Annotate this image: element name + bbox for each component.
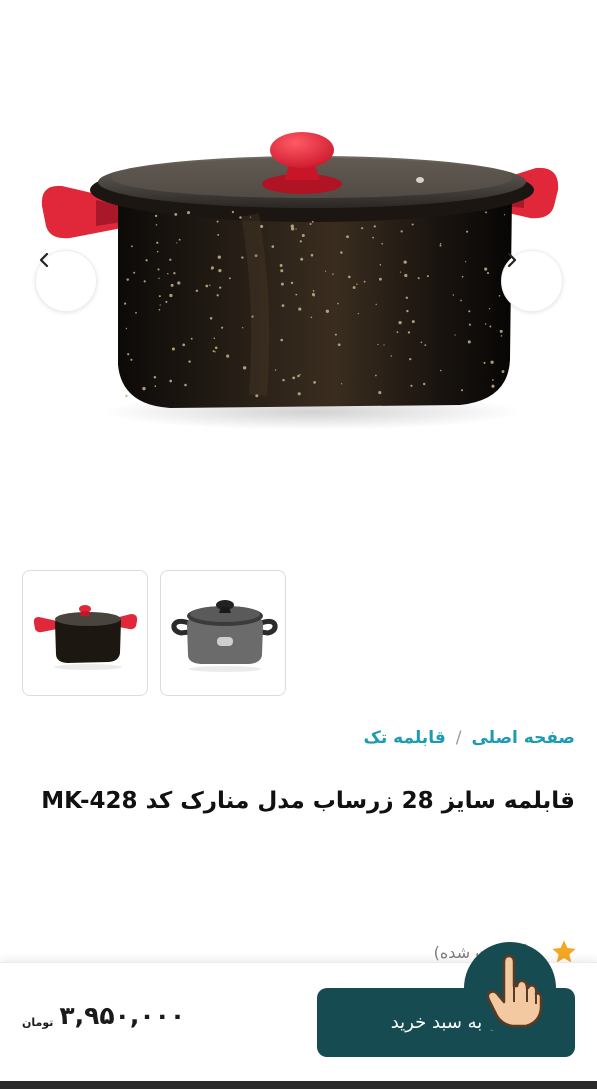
breadcrumb-category-link[interactable]: قابلمه تک <box>363 728 445 748</box>
price-value: ۳,۹۵۰,۰۰۰ <box>59 1001 186 1030</box>
breadcrumb: صفحه اصلی / قابلمه تک <box>363 728 575 748</box>
product-title: قابلمه سایز 28 زرساب مدل منارک کد MK-428 <box>41 788 575 814</box>
thumbnail-black-pot-image <box>33 605 138 670</box>
system-bottom-bar <box>0 1081 597 1089</box>
rating-count-text: ردگاه ثبت شده) <box>433 942 541 962</box>
purchase-bar: ن به سبد خرید تومان ۳,۹۵۰,۰۰۰ <box>0 962 597 1089</box>
chevron-left-icon <box>39 252 49 268</box>
thumbnail-gray-pot[interactable] <box>160 570 286 696</box>
chevron-right-icon <box>507 252 517 268</box>
price-currency: تومان <box>22 1016 54 1029</box>
thumbnail-black-pot[interactable] <box>22 570 148 696</box>
breadcrumb-home-link[interactable]: صفحه اصلی <box>471 728 575 748</box>
thumbnail-gray-pot-image <box>171 600 278 672</box>
breadcrumb-separator: / <box>455 728 462 748</box>
gallery-prev-button[interactable] <box>35 250 97 312</box>
price: تومان ۳,۹۵۰,۰۰۰ <box>22 1001 185 1030</box>
add-to-cart-button[interactable]: ن به سبد خرید <box>317 988 575 1057</box>
gallery-next-button[interactable] <box>501 250 563 312</box>
product-image-gallery <box>0 0 597 560</box>
